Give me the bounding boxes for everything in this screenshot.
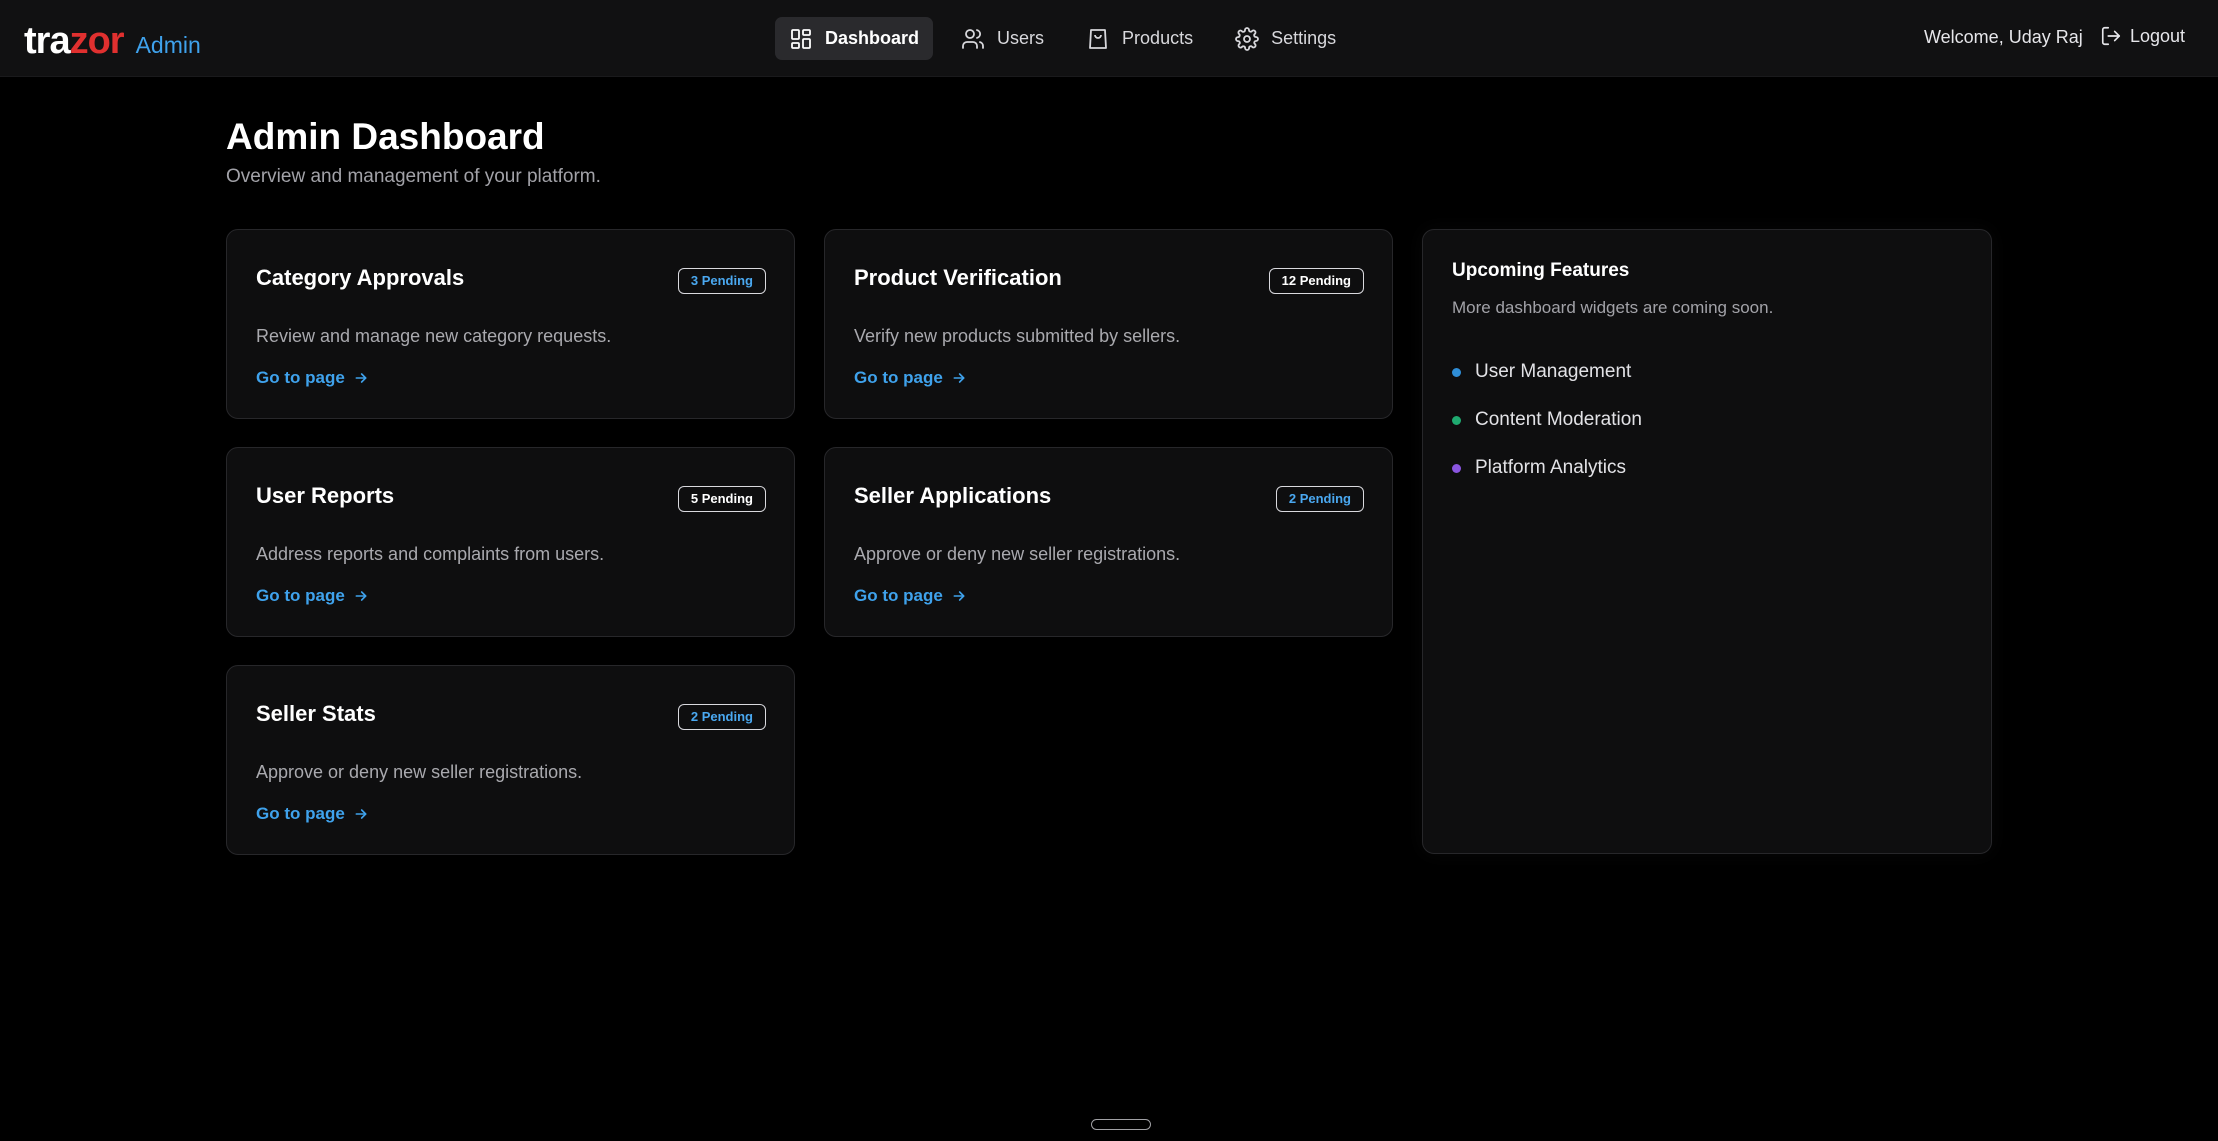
nav-label: Settings: [1271, 28, 1337, 48]
nav-item-dashboard[interactable]: Dashboard: [775, 17, 934, 60]
users-icon: [962, 28, 984, 49]
card-seller-applications: Seller Applications 2 Pending Approve or…: [824, 447, 1393, 637]
link-label: Go to page: [256, 368, 345, 387]
list-item: User Management: [1452, 348, 1642, 396]
logo[interactable]: tra zor Admin: [24, 20, 201, 62]
nav-label: Products: [1122, 28, 1194, 48]
pending-badge: 3 Pending: [677, 268, 766, 294]
card-category-approvals: Category Approvals 3 Pending Review and …: [226, 229, 795, 419]
arrow-right-icon: [355, 591, 367, 601]
card-title: Category Approvals: [256, 265, 465, 290]
upcoming-features-panel: Upcoming Features More dashboard widgets…: [1422, 229, 1992, 854]
go-to-page-link[interactable]: Go to page: [854, 586, 967, 606]
dashboard-grid-icon: [791, 28, 811, 49]
pending-badge: 5 Pending: [677, 486, 766, 512]
card-description: Review and manage new category requests.: [256, 326, 612, 346]
go-to-page-link[interactable]: Go to page: [256, 586, 369, 606]
pending-badge: 12 Pending: [1268, 268, 1364, 294]
go-to-page-link[interactable]: Go to page: [256, 368, 369, 388]
link-label: Go to page: [256, 804, 345, 823]
card-title: Product Verification: [854, 265, 1062, 290]
page-subtitle: Overview and management of your platform…: [226, 166, 601, 187]
arrow-right-icon: [355, 373, 367, 383]
logout-icon: [2101, 26, 2121, 46]
feature-label: Platform Analytics: [1475, 457, 1626, 478]
bullet-dot-icon: [1452, 463, 1461, 473]
card-description: Approve or deny new seller registrations…: [854, 544, 1181, 564]
feature-list: User Management Content Moderation Platf…: [1452, 348, 1642, 492]
main-nav: Dashboard Users Products Settings: [775, 17, 1350, 60]
card-description: Address reports and complaints from user…: [256, 544, 605, 564]
logo-admin-label: Admin: [135, 32, 201, 58]
arrow-right-icon: [953, 591, 965, 601]
bullet-dot-icon: [1452, 367, 1461, 377]
logo-text-part1: tra: [24, 20, 71, 62]
card-description: Verify new products submitted by sellers…: [854, 326, 1181, 346]
card-user-reports: User Reports 5 Pending Address reports a…: [226, 447, 795, 637]
arrow-right-icon: [953, 373, 965, 383]
panel-title: Upcoming Features: [1452, 260, 1630, 281]
feature-label: Content Moderation: [1475, 409, 1642, 430]
go-to-page-link[interactable]: Go to page: [854, 368, 967, 388]
card-title: Seller Applications: [854, 483, 1052, 508]
page-title: Admin Dashboard: [226, 116, 545, 157]
feature-label: User Management: [1475, 361, 1632, 382]
nav-label: Users: [997, 28, 1045, 48]
panel-subtitle: More dashboard widgets are coming soon.: [1452, 298, 1774, 317]
logout-label: Logout: [2130, 25, 2186, 46]
go-to-page-link[interactable]: Go to page: [256, 804, 369, 824]
nav-item-products[interactable]: Products: [1072, 17, 1207, 60]
list-item: Content Moderation: [1452, 396, 1642, 444]
pending-badge: 2 Pending: [1275, 486, 1364, 512]
link-label: Go to page: [854, 368, 943, 387]
logo-text-part2: zor: [69, 20, 125, 62]
logout-button[interactable]: Logout: [2100, 25, 2185, 47]
bullet-dot-icon: [1452, 415, 1461, 425]
nav-label: Dashboard: [825, 28, 920, 48]
gear-icon: [1235, 26, 1259, 51]
top-navbar: tra zor Admin Dashboard Users Products S…: [0, 0, 2218, 77]
card-title: User Reports: [256, 483, 395, 508]
welcome-text: Welcome, Uday Raj: [1924, 27, 2083, 47]
card-title: Seller Stats: [256, 701, 376, 726]
pending-badge: 2 Pending: [677, 704, 766, 730]
card-product-verification: Product Verification 12 Pending Verify n…: [824, 229, 1393, 419]
link-label: Go to page: [256, 586, 345, 605]
card-description: Approve or deny new seller registrations…: [256, 762, 583, 782]
list-item: Platform Analytics: [1452, 444, 1642, 492]
scroll-handle[interactable]: [1091, 1119, 1151, 1130]
arrow-right-icon: [355, 809, 367, 819]
nav-item-settings[interactable]: Settings: [1221, 17, 1350, 60]
link-label: Go to page: [854, 586, 943, 605]
card-seller-stats: Seller Stats 2 Pending Approve or deny n…: [226, 665, 795, 855]
shopping-bag-icon: [1089, 28, 1107, 49]
nav-item-users[interactable]: Users: [947, 17, 1058, 60]
